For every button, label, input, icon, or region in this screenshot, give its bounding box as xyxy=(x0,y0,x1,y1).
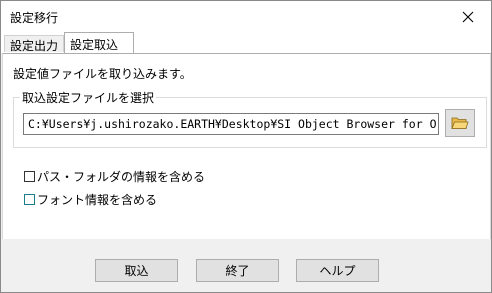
title-bar: 設定移行 xyxy=(1,1,491,32)
close-button[interactable] xyxy=(445,1,491,32)
include-font-option[interactable]: フォント情報を含める xyxy=(24,191,157,208)
button-bar: 取込 終了 ヘルプ xyxy=(1,239,491,292)
import-panel: 設定値ファイルを取り込みます。 取込設定ファイルを選択 C:¥Users¥j.u… xyxy=(2,53,491,240)
file-select-group: 取込設定ファイルを選択 C:¥Users¥j.ushirozako.EARTH¥… xyxy=(13,89,487,148)
close-icon xyxy=(462,11,474,22)
panel-description: 設定値ファイルを取り込みます。 xyxy=(13,67,192,81)
include-font-label: フォント情報を含める xyxy=(37,193,158,207)
group-label: 取込設定ファイルを選択 xyxy=(20,89,157,106)
settings-migration-dialog: 設定移行 設定出力 設定取込 設定値ファイルを取り込みます。 取込設定ファイルを… xyxy=(0,0,492,293)
tab-export[interactable]: 設定出力 xyxy=(4,35,64,53)
window-title: 設定移行 xyxy=(10,11,59,25)
include-path-label: パス・フォルダの情報を含める xyxy=(37,170,206,184)
tab-import[interactable]: 設定取込 xyxy=(64,32,134,53)
include-path-checkbox[interactable] xyxy=(24,171,35,182)
import-button[interactable]: 取込 xyxy=(95,259,178,282)
exit-button[interactable]: 終了 xyxy=(196,259,279,282)
file-path-input[interactable]: C:¥Users¥j.ushirozako.EARTH¥Desktop¥SI O… xyxy=(23,113,439,135)
browse-button[interactable] xyxy=(445,109,475,137)
tab-bar: 設定出力 設定取込 xyxy=(1,32,491,53)
include-font-checkbox[interactable] xyxy=(24,194,35,205)
help-button[interactable]: ヘルプ xyxy=(296,259,379,282)
folder-icon xyxy=(451,117,469,129)
include-path-option[interactable]: パス・フォルダの情報を含める xyxy=(24,168,205,185)
